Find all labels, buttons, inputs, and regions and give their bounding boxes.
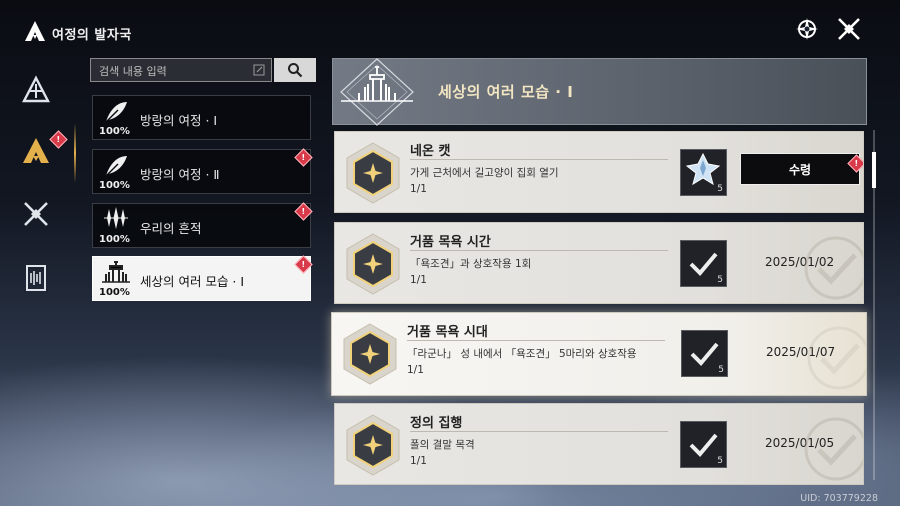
- search-icon: [288, 63, 303, 78]
- city-skyline-emblem-icon: [340, 58, 414, 126]
- rail-item-journey[interactable]: [18, 72, 54, 108]
- rail-active-indicator: [74, 123, 76, 183]
- compass-icon[interactable]: [794, 16, 820, 42]
- achievement-progress: 1/1: [410, 455, 427, 467]
- title-divider: [410, 431, 668, 432]
- title-divider: [410, 159, 668, 160]
- completion-percent: 100%: [99, 234, 130, 245]
- achievement-card-justice-execution: 정의 집행 폴의 결말 목격 1/1 5 2025/01/05: [334, 403, 864, 485]
- category-item-world-faces-1[interactable]: 100% 세상의 여러 모습 · Ⅰ !: [92, 255, 313, 301]
- reward-count: 5: [717, 275, 723, 285]
- category-label: 우리의 흔적: [140, 221, 202, 236]
- hexagon-star-icon: [343, 323, 397, 385]
- search-input[interactable]: 검색 내용 입력: [90, 58, 272, 82]
- reward-item-claimed[interactable]: 5: [681, 330, 728, 377]
- completion-percent: 100%: [99, 287, 130, 298]
- alert-badge-icon: !: [294, 202, 313, 221]
- title-divider: [410, 250, 668, 251]
- alert-badge-icon: !: [294, 148, 313, 167]
- rail-item-crossed[interactable]: [18, 196, 54, 232]
- category-item-our-traces[interactable]: 100% 우리의 흔적 !: [92, 202, 313, 248]
- achievement-card-neon-cat: 네온 캣 가게 근처에서 길고양이 집회 열기 1/1 5 수령 !: [334, 131, 864, 213]
- alert-badge-icon: !: [49, 130, 68, 149]
- crossed-swords-icon: [24, 202, 48, 226]
- check-watermark-icon: [804, 236, 863, 300]
- reward-count: 5: [717, 456, 723, 466]
- category-header-banner: 세상의 여러 모습 · Ⅰ: [332, 58, 867, 126]
- achievement-title: 네온 캣: [410, 144, 451, 159]
- category-label: 방랑의 여정 · Ⅰ: [140, 113, 218, 128]
- reward-count: 5: [718, 365, 724, 375]
- hexagon-star-icon: [346, 142, 400, 204]
- achievement-title: 거품 목욕 시간: [410, 235, 491, 250]
- edit-icon: [253, 64, 265, 76]
- left-nav-rail: !: [0, 60, 75, 320]
- achievement-description: 「라군나」 성 내에서 「욕조견」 5마리와 상호작용: [407, 348, 637, 360]
- reward-count: 5: [717, 184, 723, 194]
- achievement-card-bubble-bath-era: 거품 목욕 시대 「라군나」 성 내에서 「욕조견」 5마리와 상호작용 1/1…: [331, 312, 867, 396]
- gold-triangle-logo-icon: [23, 138, 49, 163]
- claim-button[interactable]: 수령: [740, 153, 860, 185]
- search-placeholder: 검색 내용 입력: [99, 65, 167, 78]
- rail-item-footprints[interactable]: !: [18, 130, 68, 169]
- game-logo-icon: [25, 21, 45, 41]
- hexagon-star-icon: [346, 233, 400, 295]
- achievement-description: 폴의 결말 목격: [410, 439, 475, 451]
- reward-item-claimed[interactable]: 5: [680, 240, 727, 287]
- alert-badge-icon: !: [294, 255, 313, 274]
- rail-item-records[interactable]: [18, 260, 54, 296]
- achievement-card-bubble-bath-time: 거품 목욕 시간 「욕조견」과 상호작용 1회 1/1 5 2025/01/02: [334, 222, 864, 304]
- close-icon[interactable]: [836, 16, 862, 42]
- check-watermark-icon: [807, 326, 866, 390]
- title-divider: [407, 340, 665, 341]
- achievement-progress: 1/1: [410, 274, 427, 286]
- category-item-wandering-1[interactable]: 100% 방랑의 여정 · Ⅰ: [92, 95, 311, 140]
- reward-item[interactable]: 5: [680, 149, 727, 196]
- completion-percent: 100%: [99, 180, 130, 191]
- category-item-wandering-2[interactable]: 100% 방랑의 여정 · Ⅱ !: [92, 148, 313, 194]
- achievement-description: 「욕조견」과 상호작용 1회: [410, 258, 532, 270]
- achievement-title: 거품 목욕 시대: [407, 325, 488, 340]
- triangle-emblem-icon: [22, 75, 50, 103]
- category-label: 방랑의 여정 · Ⅱ: [140, 167, 220, 182]
- reward-item-claimed[interactable]: 5: [680, 421, 727, 468]
- achievement-progress: 1/1: [410, 183, 427, 195]
- top-bar: 여정의 발자국: [0, 0, 900, 60]
- check-watermark-icon: [804, 417, 863, 481]
- search-button[interactable]: [274, 58, 316, 82]
- achievement-description: 가게 근처에서 길고양이 집회 열기: [410, 167, 559, 179]
- category-label: 세상의 여러 모습 · Ⅰ: [140, 274, 245, 289]
- player-uid: UID: 703779228: [800, 493, 878, 504]
- achievement-title: 정의 집행: [410, 416, 463, 431]
- hexagon-star-icon: [346, 414, 400, 476]
- category-header-title: 세상의 여러 모습 · Ⅰ: [438, 83, 574, 101]
- page-title: 여정의 발자국: [52, 28, 132, 43]
- completion-percent: 100%: [99, 126, 130, 137]
- achievement-progress: 1/1: [407, 364, 424, 376]
- scrollbar-thumb[interactable]: [872, 152, 876, 188]
- book-icon: [26, 265, 46, 291]
